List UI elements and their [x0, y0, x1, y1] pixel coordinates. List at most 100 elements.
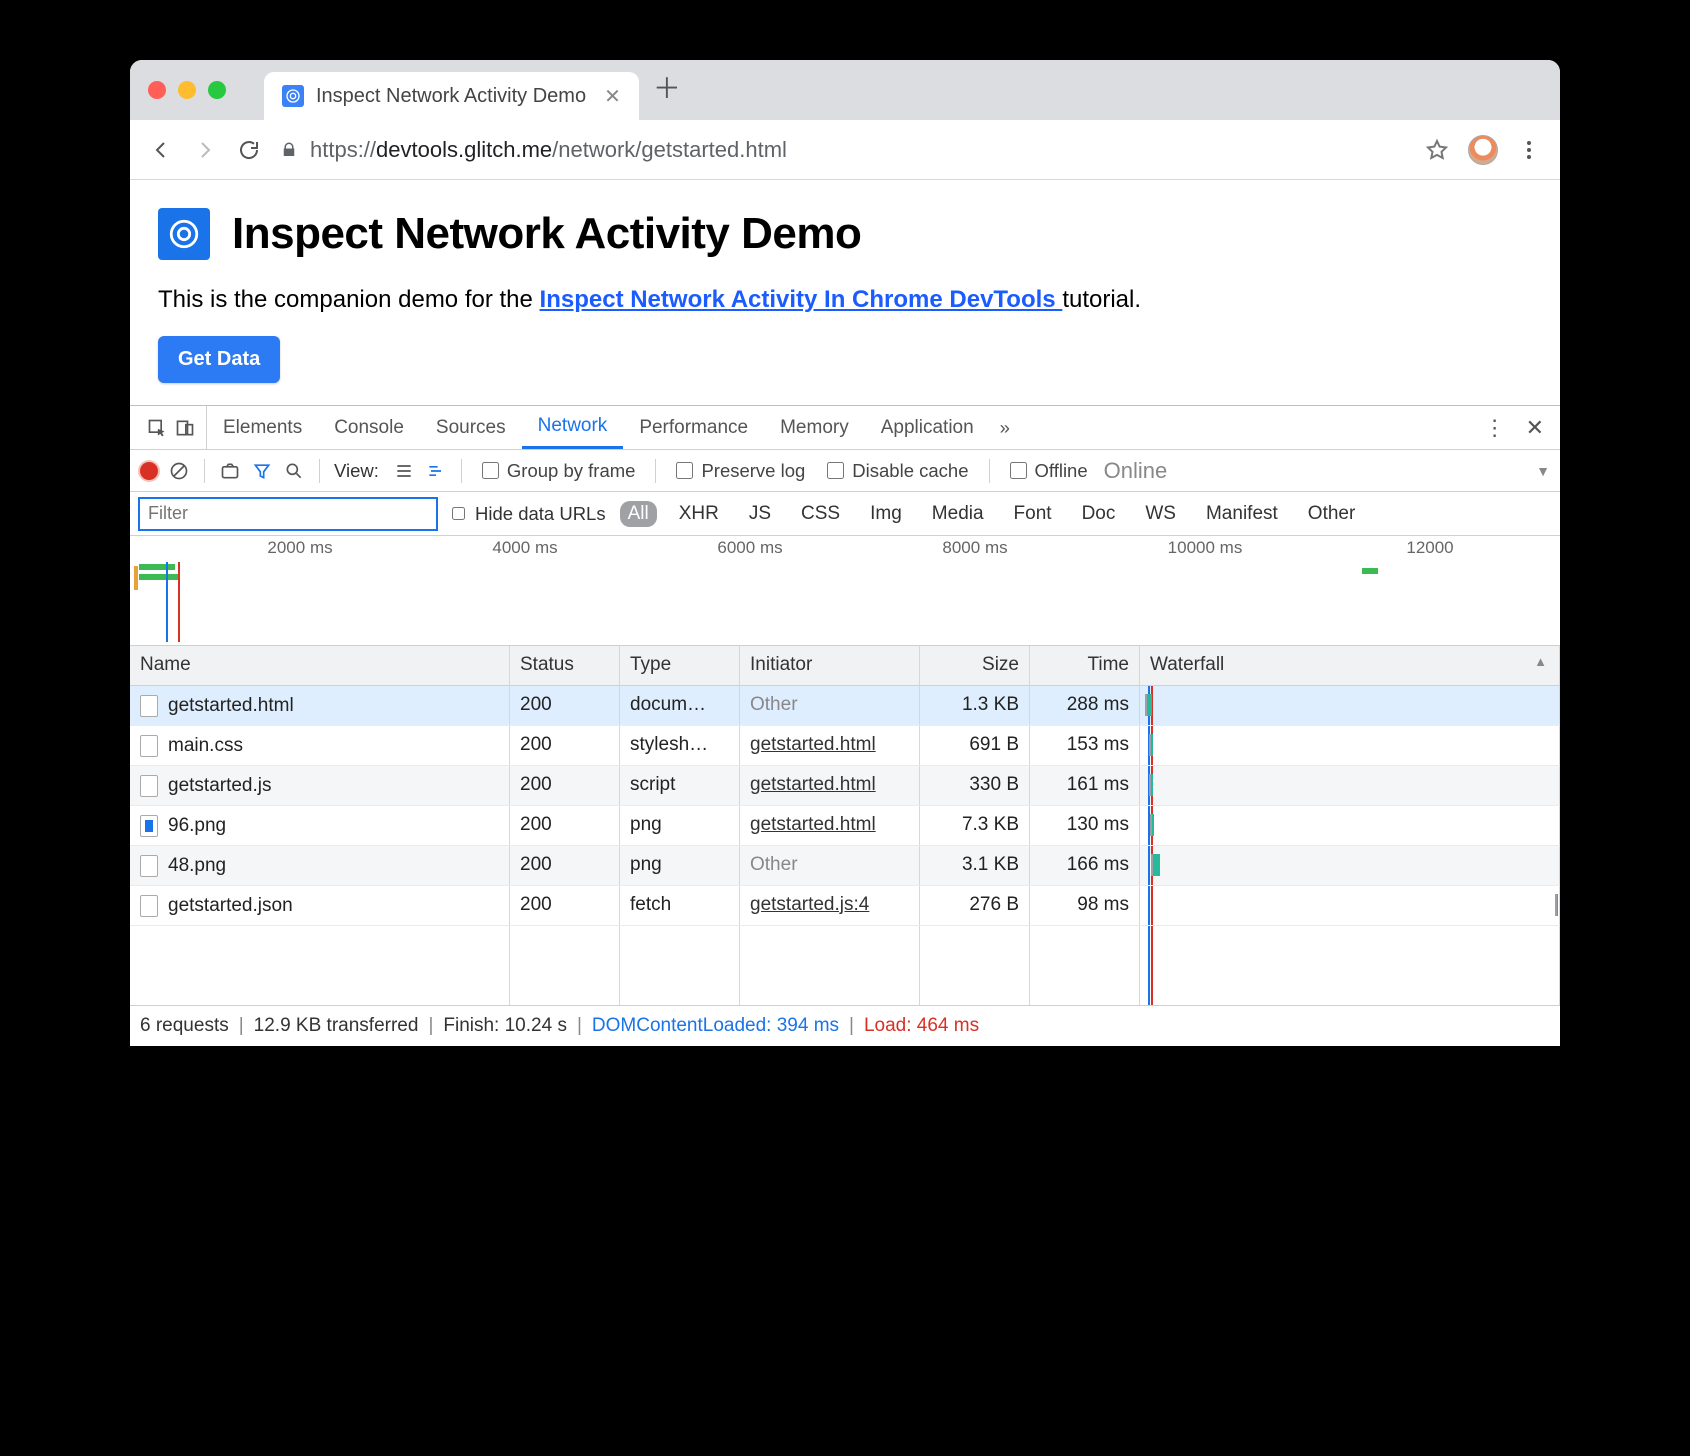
request-waterfall — [1140, 726, 1560, 765]
record-icon[interactable] — [140, 462, 158, 480]
table-row[interactable]: getstarted.js200scriptgetstarted.html330… — [130, 766, 1560, 806]
back-icon[interactable] — [148, 137, 174, 163]
chip-font[interactable]: Font — [1006, 501, 1060, 527]
devtools-pane: ElementsConsoleSourcesNetworkPerformance… — [130, 405, 1560, 1046]
panel-elements[interactable]: Elements — [207, 406, 318, 449]
chip-all[interactable]: All — [620, 501, 657, 527]
reload-icon[interactable] — [236, 137, 262, 163]
omnibox[interactable]: https://devtools.glitch.me/network/getst… — [280, 137, 1406, 163]
throttling-caret-icon[interactable]: ▼ — [1536, 463, 1550, 479]
request-status: 200 — [510, 806, 620, 845]
devtools-menu-icon[interactable]: ⋮ — [1474, 415, 1516, 441]
online-label[interactable]: Online — [1104, 458, 1168, 484]
filter-input[interactable] — [138, 497, 438, 531]
timeline-ruler[interactable]: 2000 ms4000 ms6000 ms8000 ms10000 ms1200… — [130, 536, 1560, 646]
status-requests: 6 requests — [140, 1015, 229, 1037]
group-by-frame-checkbox[interactable]: Group by frame — [476, 460, 642, 482]
close-tab-icon[interactable]: ✕ — [604, 84, 621, 109]
request-waterfall — [1140, 686, 1560, 725]
request-time: 161 ms — [1030, 766, 1140, 805]
request-status: 200 — [510, 886, 620, 925]
close-devtools-icon[interactable]: ✕ — [1516, 415, 1554, 441]
chip-xhr[interactable]: XHR — [671, 501, 727, 527]
file-icon — [140, 815, 158, 837]
request-type: docum… — [620, 686, 740, 725]
clear-icon[interactable] — [168, 460, 190, 482]
request-time: 166 ms — [1030, 846, 1140, 885]
request-initiator: Other — [740, 686, 920, 725]
capture-screenshot-icon[interactable] — [219, 460, 241, 482]
table-header[interactable]: Name Status Type Initiator Size Time Wat… — [130, 646, 1560, 686]
minimize-window-icon[interactable] — [178, 81, 196, 99]
col-size[interactable]: Size — [920, 646, 1030, 685]
request-name: getstarted.html — [168, 695, 294, 717]
chip-ws[interactable]: WS — [1137, 501, 1184, 527]
col-time[interactable]: Time — [1030, 646, 1140, 685]
favicon-icon — [282, 85, 304, 107]
profile-avatar-icon[interactable] — [1468, 135, 1498, 165]
new-tab-button[interactable]: ＋ — [653, 67, 681, 113]
chip-img[interactable]: Img — [862, 501, 910, 527]
offline-checkbox[interactable]: Offline — [1004, 460, 1094, 482]
bookmark-star-icon[interactable] — [1424, 137, 1450, 163]
request-size: 7.3 KB — [920, 806, 1030, 845]
panel-network[interactable]: Network — [522, 406, 624, 449]
panel-performance[interactable]: Performance — [623, 406, 764, 449]
kebab-menu-icon[interactable] — [1516, 137, 1542, 163]
col-waterfall[interactable]: Waterfall — [1140, 646, 1560, 685]
chip-js[interactable]: JS — [741, 501, 779, 527]
col-status[interactable]: Status — [510, 646, 620, 685]
tab-title: Inspect Network Activity Demo — [316, 85, 586, 108]
table-row[interactable]: getstarted.json200fetchgetstarted.js:427… — [130, 886, 1560, 926]
tick: 4000 ms — [492, 538, 557, 558]
maximize-window-icon[interactable] — [208, 81, 226, 99]
devtools-logo-icon — [158, 208, 210, 260]
request-initiator[interactable]: getstarted.html — [740, 726, 920, 765]
filter-icon[interactable] — [251, 460, 273, 482]
disable-cache-checkbox[interactable]: Disable cache — [821, 460, 974, 482]
view-label: View: — [334, 460, 379, 482]
panel-console[interactable]: Console — [318, 406, 420, 449]
request-time: 153 ms — [1030, 726, 1140, 765]
select-element-icon[interactable] — [146, 417, 168, 439]
request-initiator[interactable]: getstarted.js:4 — [740, 886, 920, 925]
table-row[interactable]: main.css200stylesh…getstarted.html691 B1… — [130, 726, 1560, 766]
request-initiator[interactable]: getstarted.html — [740, 806, 920, 845]
request-initiator[interactable]: getstarted.html — [740, 766, 920, 805]
tutorial-link[interactable]: Inspect Network Activity In Chrome DevTo… — [540, 286, 1063, 313]
page-header: Inspect Network Activity Demo — [158, 208, 1532, 260]
chip-manifest[interactable]: Manifest — [1198, 501, 1286, 527]
file-icon — [140, 895, 158, 917]
hide-data-urls-checkbox[interactable]: Hide data URLs — [452, 503, 606, 525]
more-panels-icon[interactable]: » — [990, 417, 1020, 439]
preserve-log-checkbox[interactable]: Preserve log — [670, 460, 811, 482]
request-waterfall — [1140, 886, 1560, 925]
table-row[interactable]: 96.png200pnggetstarted.html7.3 KB130 ms — [130, 806, 1560, 846]
tick: 12000 — [1406, 538, 1453, 558]
col-type[interactable]: Type — [620, 646, 740, 685]
filter-chips: All XHR JS CSS Img Media Font Doc WS Manifest Othe… — [620, 501, 1364, 527]
waterfall-view-icon[interactable] — [425, 460, 447, 482]
panel-application[interactable]: Application — [865, 406, 990, 449]
large-rows-icon[interactable] — [393, 460, 415, 482]
panel-sources[interactable]: Sources — [420, 406, 522, 449]
device-toolbar-icon[interactable] — [174, 417, 196, 439]
request-size: 276 B — [920, 886, 1030, 925]
browser-tab[interactable]: Inspect Network Activity Demo ✕ — [264, 72, 639, 120]
file-icon — [140, 775, 158, 797]
chip-doc[interactable]: Doc — [1074, 501, 1124, 527]
get-data-button[interactable]: Get Data — [158, 336, 280, 383]
col-name[interactable]: Name — [130, 646, 510, 685]
chip-other[interactable]: Other — [1300, 501, 1364, 527]
panel-memory[interactable]: Memory — [764, 406, 865, 449]
request-waterfall — [1140, 766, 1560, 805]
col-initiator[interactable]: Initiator — [740, 646, 920, 685]
search-icon[interactable] — [283, 460, 305, 482]
chip-css[interactable]: CSS — [793, 501, 848, 527]
request-size: 330 B — [920, 766, 1030, 805]
table-row[interactable]: 48.png200pngOther3.1 KB166 ms — [130, 846, 1560, 886]
close-window-icon[interactable] — [148, 81, 166, 99]
table-row[interactable]: getstarted.html200docum…Other1.3 KB288 m… — [130, 686, 1560, 726]
network-toolbar: View: Group by frame Preserve log Disabl… — [130, 450, 1560, 492]
chip-media[interactable]: Media — [924, 501, 992, 527]
